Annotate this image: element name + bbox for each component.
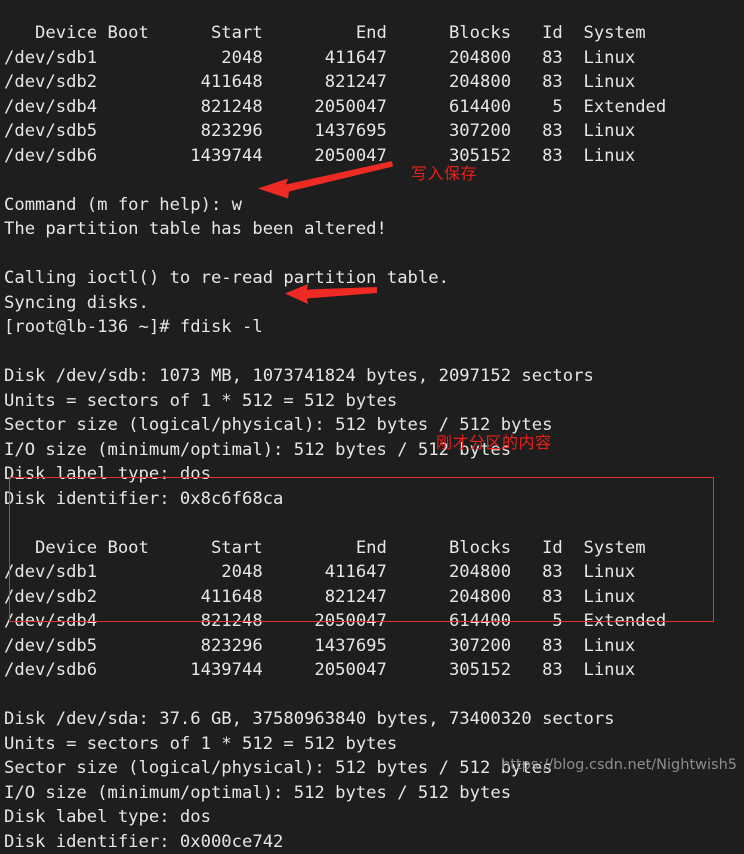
terminal-line: Disk identifier: 0x8c6f68ca xyxy=(4,487,283,512)
terminal-line: /dev/sdb2 411648 821247 204800 83 Linux xyxy=(4,70,635,95)
terminal-line: Disk /dev/sda: 37.6 GB, 37580963840 byte… xyxy=(4,707,615,732)
terminal-line: Calling ioctl() to re-read partition tab… xyxy=(4,266,449,291)
terminal-line: I/O size (minimum/optimal): 512 bytes / … xyxy=(4,438,511,463)
terminal-line: /dev/sdb5 823296 1437695 307200 83 Linux xyxy=(4,119,635,144)
terminal-line: /dev/sdb4 821248 2050047 614400 5 Extend… xyxy=(4,95,666,120)
terminal-line: Disk label type: dos xyxy=(4,462,211,487)
terminal-line: /dev/sdb1 2048 411647 204800 83 Linux xyxy=(4,560,635,585)
annotation-write-save: 写入保存 xyxy=(411,160,477,184)
terminal-line: Device Boot Start End Blocks Id System xyxy=(4,21,646,46)
terminal-line: /dev/sdb2 411648 821247 204800 83 Linux xyxy=(4,585,635,610)
terminal-line: Syncing disks. xyxy=(4,291,149,316)
terminal-line: /dev/sdb6 1439744 2050047 305152 83 Linu… xyxy=(4,658,635,683)
terminal-line: Disk identifier: 0x000ce742 xyxy=(4,830,283,854)
terminal-line: Command (m for help): w xyxy=(4,193,242,218)
terminal-line: /dev/sdb5 823296 1437695 307200 83 Linux xyxy=(4,634,635,659)
terminal-screen[interactable]: Device Boot Start End Blocks Id System/d… xyxy=(0,0,744,786)
terminal-line: /dev/sdb6 1439744 2050047 305152 83 Linu… xyxy=(4,144,635,169)
terminal-line: Units = sectors of 1 * 512 = 512 bytes xyxy=(4,732,397,757)
terminal-line: Device Boot Start End Blocks Id System xyxy=(4,536,646,561)
terminal-line: /dev/sdb1 2048 411647 204800 83 Linux xyxy=(4,46,635,71)
terminal-line: [root@lb-136 ~]# fdisk -l xyxy=(4,315,263,340)
annotation-partition-content: 刚才分区的内容 xyxy=(436,429,552,453)
terminal-line: Disk /dev/sdb: 1073 MB, 1073741824 bytes… xyxy=(4,364,594,389)
terminal-line: Disk label type: dos xyxy=(4,805,211,830)
terminal-line: The partition table has been altered! xyxy=(4,217,387,242)
terminal-line: Units = sectors of 1 * 512 = 512 bytes xyxy=(4,389,397,414)
terminal-line: I/O size (minimum/optimal): 512 bytes / … xyxy=(4,781,511,806)
watermark-text: https://blog.csdn.net/Nightwish5 xyxy=(501,757,737,773)
terminal-line: Sector size (logical/physical): 512 byte… xyxy=(4,756,552,781)
terminal-line: /dev/sdb4 821248 2050047 614400 5 Extend… xyxy=(4,609,666,634)
